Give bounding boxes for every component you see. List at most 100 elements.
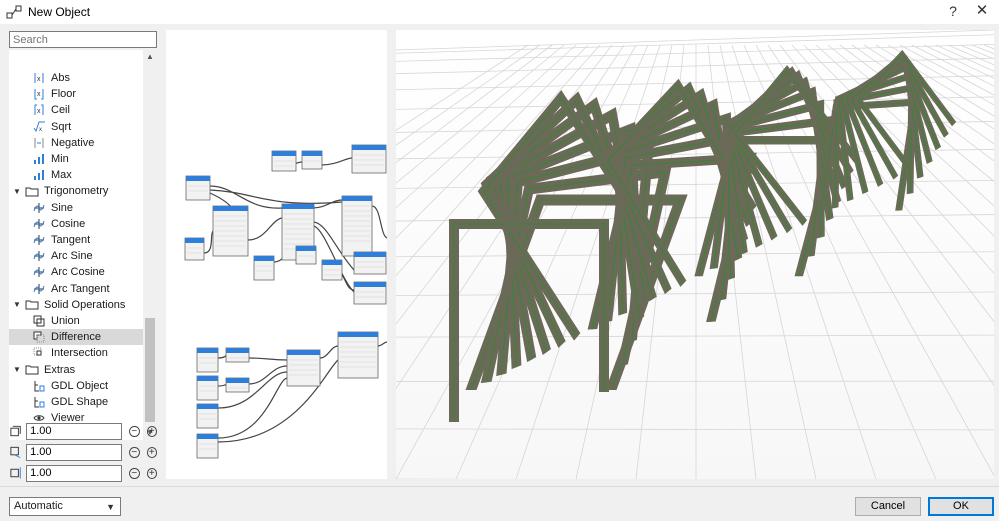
tree-item-label: Max — [51, 169, 72, 182]
3d-viewport[interactable] — [396, 30, 994, 479]
tree-item-label: Ceil — [51, 104, 70, 117]
mode-select-value: Automatic — [14, 500, 63, 512]
tree-item-label: GDL Object — [51, 379, 109, 392]
node-graph-canvas[interactable] — [166, 30, 387, 479]
tree-item[interactable]: Sine — [9, 200, 143, 216]
tree-group[interactable]: ▼ Trigonometry — [9, 183, 143, 199]
tree-item[interactable]: x Floor — [9, 86, 143, 102]
tree-item[interactable]: Max — [9, 167, 143, 183]
gdl-object-icon — [34, 380, 45, 392]
tree-item[interactable]: Cosine — [9, 216, 143, 232]
graph-node-header — [342, 196, 372, 201]
folder-icon — [25, 187, 39, 197]
tree-item[interactable]: Tangent — [9, 232, 143, 248]
difference-icon — [33, 331, 45, 343]
decrease-z-button[interactable]: − — [129, 467, 140, 479]
chevron-down-icon[interactable]: ▼ — [13, 187, 23, 196]
ok-button[interactable]: OK — [928, 497, 994, 516]
dimension-y-input[interactable] — [26, 443, 123, 461]
tree-item-label: Arc Sine — [51, 250, 93, 263]
tree-item[interactable]: Intersection — [9, 345, 143, 361]
graph-node-header — [213, 206, 248, 211]
tree-item-label: Tangent — [51, 234, 91, 247]
tree-item[interactable]: GDL Object — [9, 378, 143, 394]
graph-node[interactable] — [337, 331, 379, 379]
mode-select[interactable]: Automatic ▼ — [9, 497, 121, 516]
title-bar: New Object ? ✕ — [0, 0, 999, 24]
window-title: New Object — [28, 5, 91, 19]
close-button[interactable]: ✕ — [973, 2, 991, 20]
min-icon — [34, 154, 44, 165]
tree-item[interactable]: Arc Sine — [9, 248, 143, 264]
graph-node-header — [197, 348, 218, 353]
tree-item[interactable]: Arc Tangent — [9, 281, 143, 297]
scroll-thumb[interactable] — [145, 318, 155, 422]
graph-node-header — [282, 204, 314, 209]
increase-y-button[interactable]: + — [146, 446, 157, 458]
graph-node-header — [254, 256, 274, 261]
graph-node-header — [226, 348, 249, 353]
graph-node-header — [197, 376, 218, 381]
tree-item[interactable]: x Abs — [9, 70, 143, 86]
graph-node[interactable] — [286, 349, 321, 387]
dimension-x-input[interactable] — [26, 422, 123, 440]
dimension-z-input[interactable] — [26, 464, 123, 482]
dimension-z-row: − + — [9, 464, 157, 482]
svg-text:x: x — [37, 108, 41, 115]
tree-item-label: Negative — [51, 136, 95, 149]
arc-sine-icon — [33, 251, 45, 262]
scroll-up-icon[interactable]: ▲ — [143, 50, 157, 64]
gdl-shape-icon — [34, 397, 45, 408]
graph-node-header — [287, 350, 320, 355]
tree-group[interactable]: ▼ Solid Operations — [9, 297, 143, 313]
tree-item[interactable]: Union — [9, 313, 143, 329]
abs-icon: x — [34, 73, 44, 84]
tree-item[interactable]: GDL Shape — [9, 394, 143, 410]
graph-node-header — [322, 260, 342, 265]
intersection-icon — [33, 347, 42, 356]
cancel-button[interactable]: Cancel — [855, 497, 921, 516]
depth-icon — [10, 446, 21, 459]
tree-item-label: Floor — [51, 88, 77, 101]
svg-text:x: x — [39, 127, 42, 133]
tree-group[interactable]: ▼ Extras — [9, 362, 143, 378]
folder-icon — [25, 365, 39, 375]
sqrt-icon: x — [33, 121, 45, 133]
graph-node-header — [352, 145, 386, 150]
tree-item[interactable]: Difference — [9, 329, 143, 346]
tree-item-label: Cosine — [51, 217, 86, 230]
tree-item-label: Intersection — [51, 347, 108, 360]
tree-item-label: Union — [51, 315, 80, 328]
tree-scrollbar[interactable]: ▲ ▼ — [143, 50, 157, 440]
graph-node-header — [197, 404, 218, 409]
tree-item[interactable]: Arc Cosine — [9, 264, 143, 280]
decrease-x-button[interactable]: − — [129, 425, 140, 437]
decrease-y-button[interactable]: − — [129, 446, 140, 458]
node-graph-drawing — [184, 144, 387, 459]
graph-node-header — [354, 282, 386, 287]
tree-item-label: Difference — [51, 331, 101, 344]
increase-z-button[interactable]: + — [146, 467, 157, 479]
ceil-icon: x — [34, 104, 44, 116]
height-icon — [10, 467, 21, 479]
increase-x-button[interactable]: + — [146, 425, 157, 437]
dialog-footer: Automatic ▼ Cancel OK — [0, 486, 999, 521]
graph-node-header — [354, 252, 386, 257]
chevron-down-icon: ▼ — [106, 502, 115, 512]
tree-item[interactable]: Min — [9, 151, 143, 167]
chevron-down-icon[interactable]: ▼ — [13, 300, 23, 309]
chevron-down-icon[interactable]: ▼ — [13, 365, 23, 374]
tree-item[interactable]: x Ceil — [9, 102, 143, 118]
tree-item-label: Arc Cosine — [51, 266, 105, 279]
tree-item[interactable]: x Sqrt — [9, 119, 143, 135]
search-input[interactable] — [9, 31, 157, 48]
width-icon — [10, 425, 21, 437]
folder-icon — [25, 300, 39, 310]
graph-node-header — [197, 434, 218, 439]
tree-item[interactable]: Negative — [9, 135, 143, 151]
arc-tangent-icon — [33, 283, 45, 294]
help-button[interactable]: ? — [945, 3, 961, 19]
tree-item-label: Solid Operations — [44, 298, 126, 311]
tree-item-label: GDL Shape — [51, 396, 109, 409]
graph-node-header — [226, 378, 249, 383]
